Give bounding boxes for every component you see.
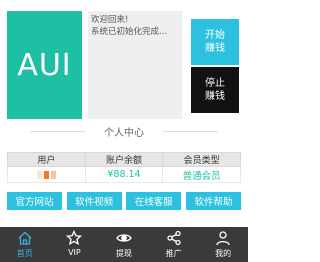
user-icon bbox=[216, 231, 230, 246]
star-icon bbox=[66, 230, 83, 246]
section-title-text: 个人中心 bbox=[104, 128, 144, 139]
start-earning-button[interactable]: 开始 赚钱 bbox=[191, 19, 239, 65]
header-member-type: 会员类型 bbox=[162, 152, 241, 167]
logo-text: AUI bbox=[17, 47, 72, 83]
tab-promote[interactable]: 推广 bbox=[149, 227, 199, 262]
welcome-panel: 欢迎回来! 系统已初始化完成... bbox=[88, 11, 182, 119]
software-help-label: 软件帮助 bbox=[194, 197, 233, 208]
tab-withdraw-label: 提现 bbox=[115, 249, 132, 258]
tab-promote-label: 推广 bbox=[165, 249, 182, 258]
account-info-table: 用户 账户余额 会员类型 ¥88.14 普通会员 bbox=[7, 152, 241, 183]
member-type-value: 普通会员 bbox=[162, 166, 241, 183]
blurred-username bbox=[50, 170, 56, 179]
software-help-button[interactable]: 软件帮助 bbox=[185, 192, 241, 210]
tab-withdraw[interactable]: 提现 bbox=[99, 227, 149, 262]
software-video-button[interactable]: 软件视频 bbox=[66, 192, 122, 210]
welcome-line: 欢迎回来! bbox=[91, 15, 129, 25]
stop-earning-label: 停止 赚钱 bbox=[205, 78, 225, 102]
home-icon bbox=[18, 231, 32, 245]
stop-earning-button[interactable]: 停止 赚钱 bbox=[191, 67, 239, 113]
tab-home[interactable]: 首页 bbox=[0, 227, 50, 262]
tab-vip[interactable]: VIP bbox=[50, 227, 100, 262]
online-support-label: 在线客服 bbox=[134, 197, 173, 208]
table-row: ¥88.14 普通会员 bbox=[7, 166, 241, 183]
tab-home-label: 首页 bbox=[16, 249, 33, 258]
user-cell-obscured bbox=[7, 166, 86, 183]
header-balance: 账户余额 bbox=[84, 152, 164, 167]
bottom-tab-bar: 首页 VIP 提现 推广 我的 bbox=[0, 227, 248, 262]
section-title: 个人中心 bbox=[0, 124, 248, 139]
eye-icon bbox=[116, 234, 132, 242]
balance-value: ¥88.14 bbox=[84, 166, 164, 183]
action-button-row: 官方网站 软件视频 在线客服 软件帮助 bbox=[7, 192, 241, 210]
official-site-button[interactable]: 官方网站 bbox=[7, 192, 62, 210]
official-site-label: 官方网站 bbox=[15, 197, 54, 208]
tab-mine-label: 我的 bbox=[215, 249, 232, 258]
blurred-username bbox=[43, 170, 49, 179]
blurred-username bbox=[36, 170, 42, 179]
tab-vip-label: VIP bbox=[68, 248, 81, 257]
header-user: 用户 bbox=[7, 152, 86, 167]
tab-mine[interactable]: 我的 bbox=[198, 227, 248, 262]
software-video-label: 软件视频 bbox=[75, 197, 114, 208]
table-header-row: 用户 账户余额 会员类型 bbox=[7, 152, 241, 167]
status-line: 系统已初始化完成... bbox=[91, 27, 168, 37]
start-earning-label: 开始 赚钱 bbox=[205, 30, 225, 54]
online-support-button[interactable]: 在线客服 bbox=[126, 192, 182, 210]
share-icon bbox=[166, 230, 181, 246]
aui-logo: AUI bbox=[7, 11, 82, 119]
